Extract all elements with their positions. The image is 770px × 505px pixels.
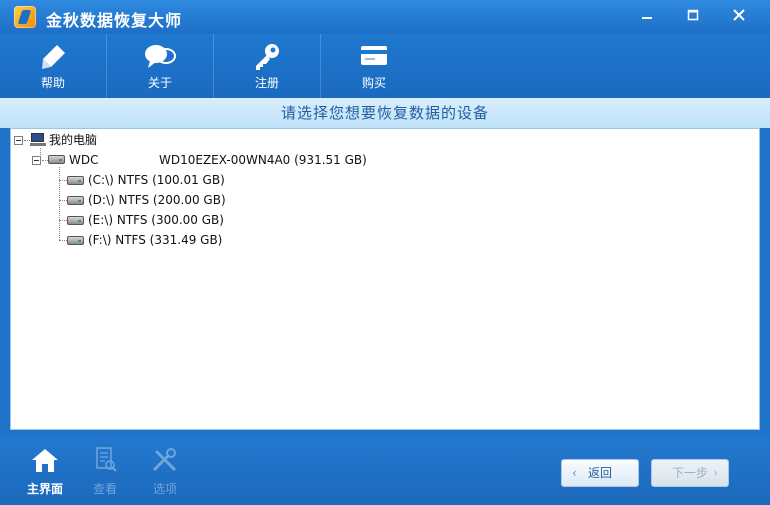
back-button[interactable]: ‹ 返回 bbox=[561, 459, 639, 487]
key-icon bbox=[256, 44, 279, 70]
home-icon bbox=[32, 449, 58, 472]
toolbar-register-button[interactable]: 注册 bbox=[213, 34, 320, 98]
next-label: 下一步 bbox=[671, 466, 708, 480]
toolbar-buy-label: 购买 bbox=[361, 76, 386, 90]
partition-icon bbox=[67, 196, 84, 205]
partition-icon bbox=[67, 216, 84, 225]
tree-node-computer[interactable]: 我的电脑 bbox=[49, 131, 97, 149]
maximize-icon bbox=[687, 9, 699, 21]
computer-icon bbox=[30, 133, 46, 147]
next-button[interactable]: 下一步 › bbox=[651, 459, 729, 487]
options-label: 选项 bbox=[152, 482, 177, 496]
title-bar: 金秋数据恢复大师 bbox=[0, 0, 770, 34]
tree-connector bbox=[59, 220, 67, 221]
window-title: 金秋数据恢复大师 bbox=[46, 11, 183, 30]
toolbar-register-label: 注册 bbox=[254, 76, 279, 90]
partition-icon bbox=[67, 236, 84, 245]
toolbar: 帮助 关于 注册 购买 bbox=[0, 34, 770, 98]
tree-connector bbox=[59, 200, 67, 201]
tree-connector bbox=[59, 240, 67, 241]
view-button[interactable]: 查看 bbox=[75, 447, 135, 497]
document-search-icon bbox=[96, 447, 117, 472]
instruction-banner: 请选择您想要恢复数据的设备 bbox=[0, 98, 770, 128]
view-label: 查看 bbox=[92, 482, 117, 496]
device-tree-panel: 我的电脑 WDC WD10EZEX-00WN4A0 (931.51 GB) (C… bbox=[10, 128, 760, 430]
speech-bubbles-icon bbox=[145, 45, 176, 68]
tree-node-partition-f[interactable]: (F:\) NTFS (331.49 GB) bbox=[88, 231, 222, 249]
home-label: 主界面 bbox=[26, 482, 63, 496]
disk-name: WDC bbox=[69, 153, 99, 167]
tools-icon bbox=[152, 448, 177, 472]
app-logo-icon bbox=[14, 6, 36, 28]
tree-node-partition-c[interactable]: (C:\) NTFS (100.01 GB) bbox=[88, 171, 225, 189]
partition-icon bbox=[67, 176, 84, 185]
tree-node-disk[interactable]: WDC WD10EZEX-00WN4A0 (931.51 GB) bbox=[69, 151, 469, 169]
toolbar-help-label: 帮助 bbox=[40, 76, 65, 90]
minimize-icon bbox=[642, 17, 652, 19]
pen-icon bbox=[42, 45, 65, 69]
home-button[interactable]: 主界面 bbox=[15, 447, 75, 497]
hard-disk-icon bbox=[48, 155, 65, 164]
toolbar-help-button[interactable]: 帮助 bbox=[0, 34, 106, 98]
options-button[interactable]: 选项 bbox=[135, 447, 195, 497]
tree-connector bbox=[59, 167, 60, 240]
tree-collapse-toggle[interactable] bbox=[32, 156, 41, 165]
maximize-button[interactable] bbox=[670, 2, 716, 28]
credit-card-icon bbox=[361, 46, 387, 65]
chevron-left-icon: ‹ bbox=[572, 466, 577, 480]
toolbar-about-button[interactable]: 关于 bbox=[106, 34, 213, 98]
minimize-button[interactable] bbox=[624, 2, 670, 28]
window-controls bbox=[624, 0, 770, 30]
chevron-right-icon: › bbox=[713, 466, 718, 480]
close-button[interactable] bbox=[716, 2, 762, 28]
app-window: 金秋数据恢复大师 帮助 关于 注册 购买 请选择您想要恢复数据的设备 我的电脑 … bbox=[0, 0, 770, 505]
tree-node-partition-d[interactable]: (D:\) NTFS (200.00 GB) bbox=[88, 191, 226, 209]
toolbar-about-label: 关于 bbox=[147, 76, 172, 90]
close-icon bbox=[733, 9, 745, 21]
tree-collapse-toggle[interactable] bbox=[14, 136, 23, 145]
toolbar-buy-button[interactable]: 购买 bbox=[320, 34, 427, 98]
bottom-bar: 主界面 查看 选项 ‹ 返回 下一步 › bbox=[0, 437, 770, 505]
tree-connector bbox=[59, 180, 67, 181]
disk-model: WD10EZEX-00WN4A0 (931.51 GB) bbox=[159, 153, 367, 167]
back-label: 返回 bbox=[587, 466, 612, 480]
tree-node-partition-e[interactable]: (E:\) NTFS (300.00 GB) bbox=[88, 211, 224, 229]
